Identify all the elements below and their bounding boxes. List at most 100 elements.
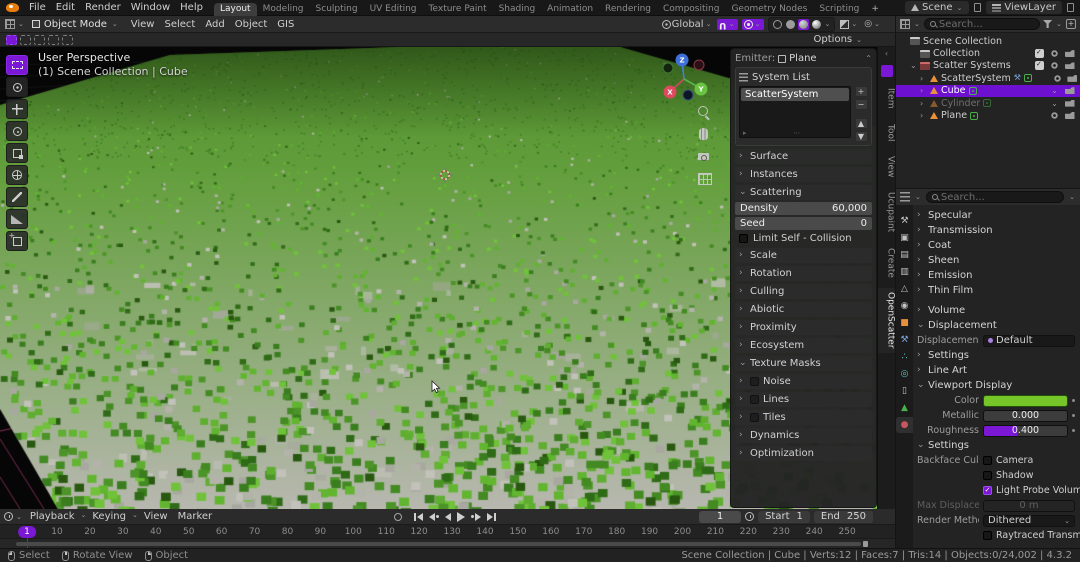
eye-icon[interactable]: [1050, 61, 1059, 71]
eye-icon[interactable]: [1050, 49, 1059, 59]
properties-section-viewport-display[interactable]: ⌄ Viewport Display: [917, 378, 1075, 393]
system-list-item[interactable]: ScatterSystem: [741, 88, 849, 101]
properties-color-color[interactable]: Color: [917, 393, 1075, 408]
properties-tab-world[interactable]: ◉: [896, 298, 913, 314]
animate-dot-icon[interactable]: [1072, 429, 1075, 432]
emitter-header[interactable]: Emitter: Plane ⌃: [735, 52, 872, 65]
properties-section-thin-film[interactable]: › Thin Film: [917, 283, 1075, 298]
properties-tab-modifiers[interactable]: ⚒: [896, 332, 913, 348]
perspective-toggle-icon[interactable]: [697, 171, 712, 185]
outliner-row-cylinder[interactable]: › Cylinder ⌄: [896, 97, 1080, 109]
outliner-search-input[interactable]: Search...: [923, 18, 1041, 30]
menu-window[interactable]: Window: [126, 2, 175, 13]
animate-dot-icon[interactable]: [1072, 414, 1075, 417]
outliner-row-scene-collection[interactable]: Scene Collection: [896, 35, 1080, 47]
menu-file[interactable]: File: [24, 2, 51, 13]
axis-neg-y-icon[interactable]: [662, 62, 674, 74]
camera-icon[interactable]: [1064, 50, 1075, 58]
editor-type-icon[interactable]: [900, 192, 910, 202]
shading-wireframe-button[interactable]: [772, 19, 783, 30]
properties-check-camera[interactable]: Backface Culling Camera: [917, 453, 1075, 468]
checkbox-icon[interactable]: ✓: [983, 486, 992, 495]
properties-search-input[interactable]: Search...: [925, 191, 1065, 203]
sidebar-tab-tool[interactable]: Tool: [878, 120, 896, 145]
field-density[interactable]: Density 60,000: [735, 202, 872, 215]
proportional-edit-toggle[interactable]: ⌄: [741, 18, 764, 30]
properties-tab-view-layer[interactable]: ▥: [896, 264, 913, 280]
tool-select-box[interactable]: [6, 55, 28, 75]
eye-icon[interactable]: [1052, 73, 1062, 83]
outliner-row-cube[interactable]: › Cube ⌄: [896, 84, 1080, 97]
new-viewlayer-icon[interactable]: [1067, 3, 1074, 12]
workspace-tab-geometry-nodes[interactable]: Geometry Nodes: [725, 3, 813, 16]
pan-hand-icon[interactable]: [697, 127, 711, 141]
collapse-sidebar-icon[interactable]: ‹: [885, 49, 888, 58]
animate-dot-icon[interactable]: [1072, 399, 1075, 402]
panel-section-ecosystem[interactable]: › Ecosystem: [735, 338, 872, 353]
checkbox-limit-self-collision[interactable]: Limit Self - Collision: [735, 232, 872, 245]
timeline-menu-view[interactable]: View: [139, 511, 173, 522]
panel-section-texture-masks[interactable]: ⌄ Texture Masks: [735, 356, 872, 371]
checkbox-icon[interactable]: [739, 234, 748, 243]
snap-toggle[interactable]: U ⌄: [717, 18, 738, 30]
panel-section-rotation[interactable]: › Rotation: [735, 266, 872, 281]
camera-icon[interactable]: [1064, 87, 1075, 95]
panel-section-culling[interactable]: › Culling: [735, 284, 872, 299]
panel-section-surface[interactable]: › Surface: [735, 149, 872, 164]
workspace-tab-sculpting[interactable]: Sculpting: [310, 3, 364, 16]
playhead[interactable]: 1: [18, 526, 36, 538]
frame-ruler[interactable]: 1 10 20 30 40 50 60 70 80 90 100 110 120 130 140 150 16…: [0, 525, 895, 549]
properties-tab-output[interactable]: ▤: [896, 247, 913, 263]
checkbox-icon[interactable]: [750, 395, 759, 404]
properties-check-light-probe-volume[interactable]: ✓ Light Probe Volume: [917, 483, 1080, 498]
menu-help[interactable]: Help: [175, 2, 208, 13]
viewport-3d[interactable]: User Perspective (1) Scene Collection | …: [0, 47, 895, 509]
properties-tab-physics[interactable]: ◎: [896, 366, 913, 382]
menu-render[interactable]: Render: [80, 2, 126, 13]
properties-tab-object-data[interactable]: ▲: [896, 400, 913, 416]
camera-icon[interactable]: [1064, 62, 1075, 70]
end-frame-field[interactable]: End 250: [813, 510, 873, 523]
workspace-tab-uv-editing[interactable]: UV Editing: [364, 3, 423, 16]
workspace-tab-scripting[interactable]: Scripting: [813, 3, 865, 16]
dropdown-field[interactable]: Dithered ⌄: [983, 514, 1075, 527]
gizmos-toggle[interactable]: ◎ ⌄: [863, 19, 882, 29]
tool-add-cube[interactable]: [6, 231, 28, 251]
axis-neg-z-icon[interactable]: [682, 89, 694, 101]
properties-section-line-art[interactable]: › Line Art: [917, 363, 1075, 378]
move-up-button[interactable]: ▲: [854, 118, 868, 129]
panel-subsection-noise[interactable]: › Noise: [735, 374, 872, 389]
eye-icon[interactable]: [1050, 111, 1059, 121]
workspace-tab-layout[interactable]: Layout: [213, 2, 257, 16]
panel-section-instances[interactable]: › Instances: [735, 167, 872, 182]
remove-system-button[interactable]: −: [854, 99, 868, 110]
properties-section-specular[interactable]: › Specular: [917, 208, 1075, 223]
scene-selector[interactable]: Scene ⌄: [905, 1, 970, 14]
properties-section-settings[interactable]: › Settings: [917, 348, 1075, 363]
tool-transform[interactable]: [6, 165, 28, 185]
jump-end-button[interactable]: [487, 512, 496, 521]
viewlayer-selector[interactable]: ViewLayer: [986, 1, 1062, 14]
properties-tab-constraints[interactable]: ▯: [896, 383, 913, 399]
workspace-tab-compositing[interactable]: Compositing: [657, 3, 725, 16]
viewport-menu-add[interactable]: Add: [200, 19, 229, 30]
panel-section-scattering[interactable]: ⌄ Scattering: [735, 185, 872, 200]
checkbox-icon[interactable]: [1035, 60, 1044, 71]
add-system-button[interactable]: +: [854, 86, 868, 97]
add-workspace-button[interactable]: +: [865, 3, 885, 16]
editor-type-icon[interactable]: [5, 19, 15, 29]
select-mode-extend-icon[interactable]: [20, 34, 31, 45]
new-collection-icon[interactable]: +: [1066, 19, 1076, 29]
play-button[interactable]: [457, 511, 465, 522]
overlays-toggle[interactable]: ⌄: [839, 19, 859, 29]
panel-section-dynamics[interactable]: › Dynamics: [735, 428, 872, 443]
panel-section-optimization[interactable]: › Optimization: [735, 446, 872, 461]
properties-slider-metallic[interactable]: Metallic 0.000: [917, 408, 1075, 423]
shading-rendered-button[interactable]: [811, 19, 822, 30]
current-frame-field[interactable]: 1: [699, 510, 742, 523]
workspace-tab-shading[interactable]: Shading: [493, 3, 542, 16]
viewport-menu-object[interactable]: Object: [230, 19, 273, 30]
axis-neg-x-icon[interactable]: [693, 59, 705, 71]
properties-slider-roughness[interactable]: Roughness 0.400: [917, 423, 1075, 438]
move-down-button[interactable]: ▼: [854, 131, 868, 142]
